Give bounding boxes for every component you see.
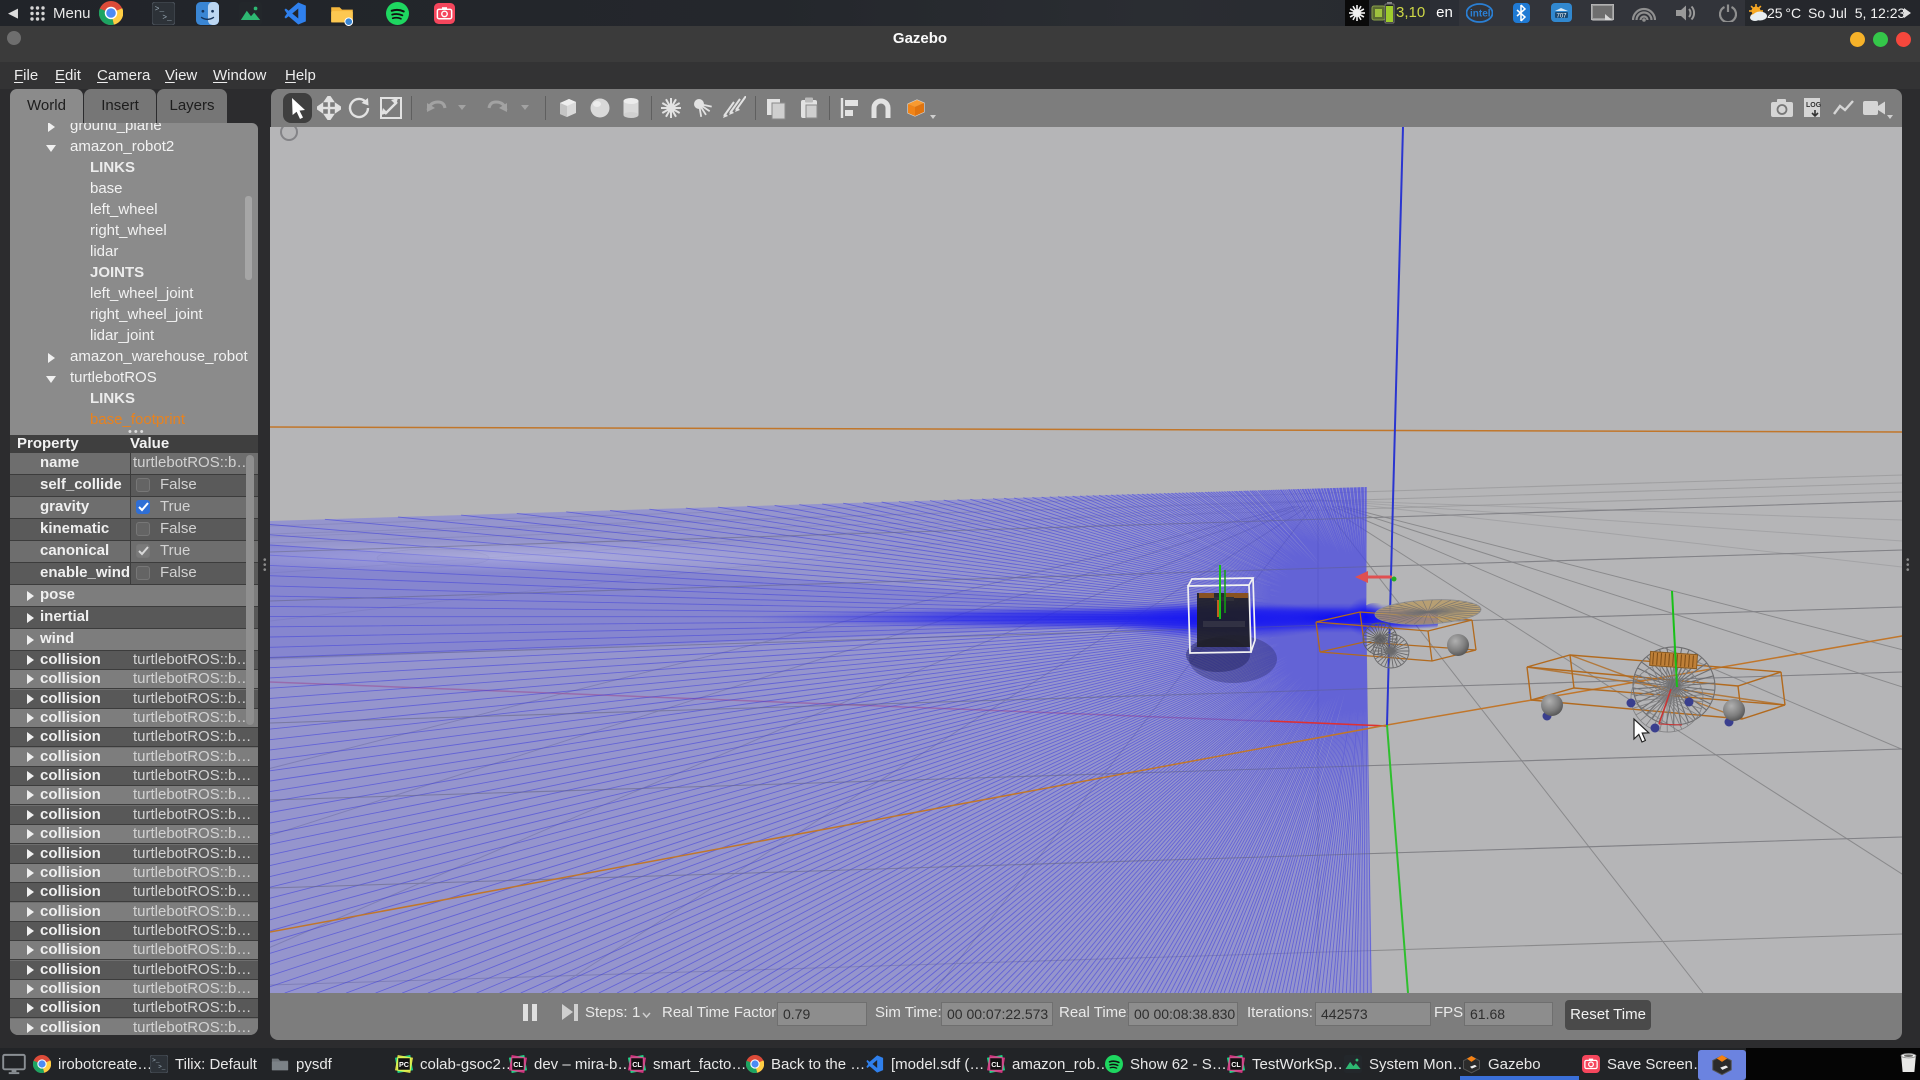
svg-text:>_: >_	[158, 1064, 166, 1071]
svg-text:PC: PC	[399, 1060, 409, 1069]
svg-text:CL: CL	[632, 1060, 642, 1069]
svg-text:CL: CL	[991, 1060, 1001, 1069]
svg-text:CL: CL	[513, 1060, 523, 1069]
svg-text:LOG: LOG	[1806, 102, 1822, 109]
svg-text:CL: CL	[1231, 1060, 1241, 1069]
svg-text:intel: intel	[1470, 9, 1491, 20]
svg-text:707: 707	[1557, 14, 1568, 20]
svg-text:>_: >_	[162, 13, 172, 22]
